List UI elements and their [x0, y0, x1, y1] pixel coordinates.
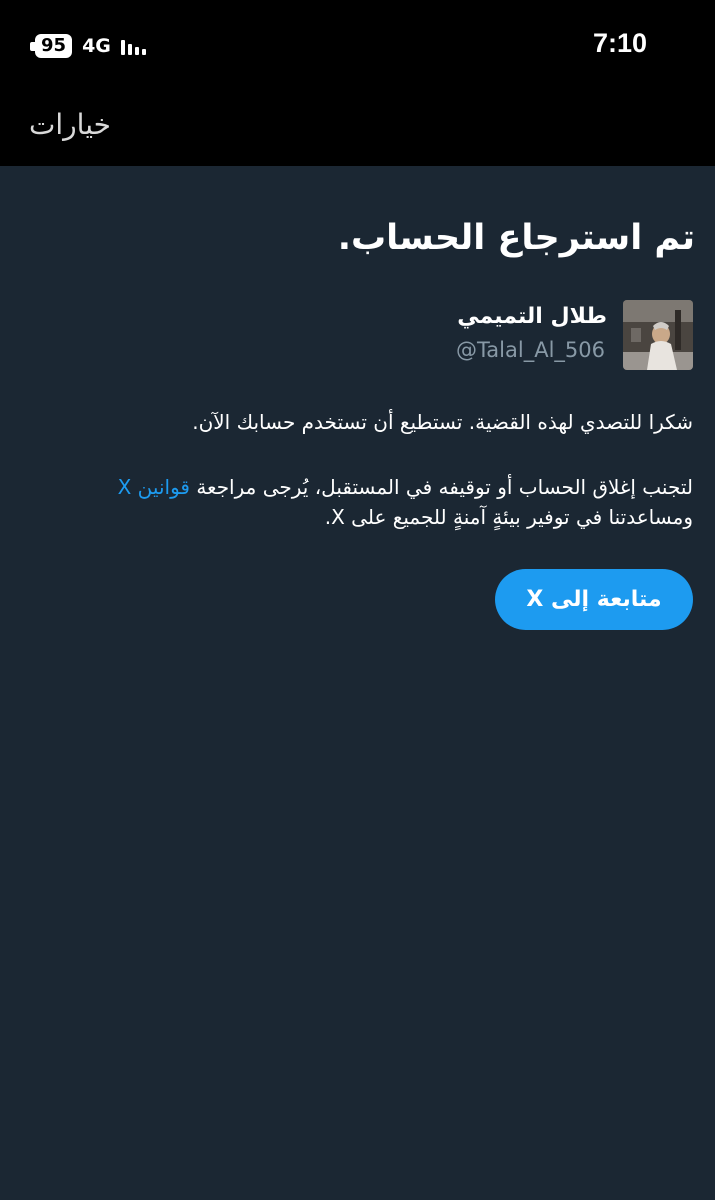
- status-time: 7:10: [592, 28, 647, 58]
- network-type: 4G: [82, 35, 111, 57]
- battery-level: 95: [35, 34, 73, 58]
- rules-message: لتجنب إغلاق الحساب أو توقيفه في المستقبل…: [13, 472, 693, 532]
- status-bar: 95 4G 7:10: [0, 0, 715, 90]
- battery-icon: 95: [30, 34, 73, 58]
- user-handle: @Talal_Al_506: [455, 338, 605, 362]
- page-title: تم استرجاع الحساب.: [337, 218, 695, 258]
- nav-bar: خيارات: [0, 90, 715, 166]
- rules-text-before: لتجنب إغلاق الحساب أو توقيفه في المستقبل…: [189, 475, 693, 499]
- rules-text-after: ومساعدتنا في توفير بيئةٍ آمنةٍ للجميع عل…: [324, 505, 693, 529]
- avatar: [623, 300, 693, 370]
- user-name: طلال التميمي: [457, 304, 607, 329]
- continue-button[interactable]: متابعة إلى X: [495, 569, 693, 630]
- avatar-image: [623, 300, 693, 370]
- options-button[interactable]: خيارات: [29, 108, 111, 141]
- rules-line-1: لتجنب إغلاق الحساب أو توقيفه في المستقبل…: [13, 472, 693, 502]
- status-indicators: 95 4G: [30, 33, 146, 59]
- thanks-message: شكرا للتصدي لهذه القضية. تستطيع أن تستخد…: [192, 410, 693, 434]
- signal-icon: [120, 37, 146, 55]
- rules-link[interactable]: قوانين X: [118, 475, 190, 499]
